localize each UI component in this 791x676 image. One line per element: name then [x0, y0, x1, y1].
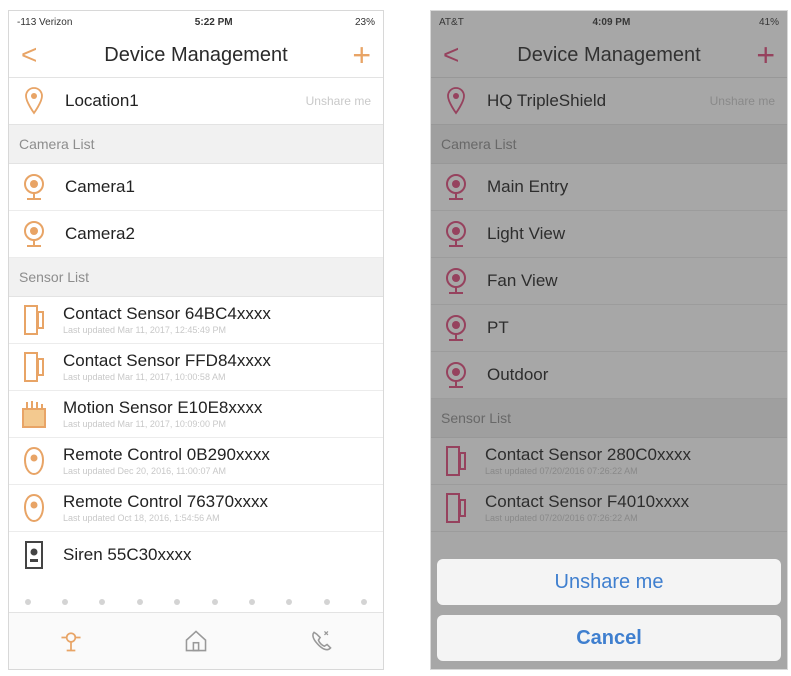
left-phone-screen: -113 Verizon 5:22 PM 23% < Device Manage…: [8, 10, 384, 670]
sensor-name: Motion Sensor E10E8xxxx: [63, 398, 263, 417]
page-indicator-dots: [9, 593, 383, 611]
camera-icon: [443, 172, 469, 202]
sensor-name: Remote Control 0B290xxxx: [63, 445, 270, 464]
camera-row[interactable]: Camera1: [9, 164, 383, 211]
back-button[interactable]: <: [21, 41, 51, 69]
sensor-list-header: Sensor List: [431, 399, 787, 438]
sensor-list-header: Sensor List: [9, 258, 383, 297]
nav-bar: < Device Management +: [9, 33, 383, 78]
location-name: Location1: [65, 91, 139, 110]
sensor-row[interactable]: Contact Sensor 280C0xxxx Last updated 07…: [431, 438, 787, 485]
location-pin-icon: [443, 86, 469, 116]
camera-name: Camera2: [65, 224, 135, 243]
sensor-name: Contact Sensor F4010xxxx: [485, 492, 690, 511]
sensor-updated: Last updated 07/20/2016 07:26:22 AM: [485, 513, 638, 523]
back-button[interactable]: <: [443, 41, 473, 69]
camera-name: Fan View: [487, 271, 558, 290]
location-status: Unshare me: [305, 94, 371, 108]
sensor-row[interactable]: Contact Sensor FFD84xxxx Last updated Ma…: [9, 344, 383, 391]
sensor-name: Contact Sensor 64BC4xxxx: [63, 304, 271, 323]
sensor-row[interactable]: Siren 55C30xxxx: [9, 532, 383, 578]
location-name: HQ TripleShield: [487, 91, 607, 110]
sensor-row[interactable]: Remote Control 76370xxxx Last updated Oc…: [9, 485, 383, 532]
sensor-updated: Last updated Dec 20, 2016, 11:00:07 AM: [63, 466, 226, 476]
carrier-label: AT&T: [439, 16, 464, 28]
camera-icon: [443, 360, 469, 390]
motion-sensor-icon: [21, 399, 47, 429]
camera-list-header: Camera List: [431, 125, 787, 164]
add-device-button[interactable]: +: [341, 39, 371, 71]
unshare-me-button[interactable]: Unshare me: [437, 559, 781, 605]
camera-list-header: Camera List: [9, 125, 383, 164]
sensor-name: Remote Control 76370xxxx: [63, 492, 269, 511]
camera-row[interactable]: Fan View: [431, 258, 787, 305]
sensor-updated: Last updated 07/20/2016 07:26:22 AM: [485, 466, 638, 476]
sensor-name: Contact Sensor 280C0xxxx: [485, 445, 691, 464]
right-screen-content: AT&T 4:09 PM 41% < Device Management + H…: [431, 11, 787, 532]
camera-name: Outdoor: [487, 365, 549, 384]
camera-icon: [21, 219, 47, 249]
status-bar: AT&T 4:09 PM 41%: [431, 11, 787, 33]
contact-sensor-icon: [443, 493, 469, 523]
remote-control-icon: [21, 446, 47, 476]
sensor-updated: Last updated Mar 11, 2017, 12:45:49 PM: [63, 325, 226, 335]
contact-sensor-icon: [21, 305, 47, 335]
sensor-row[interactable]: Remote Control 0B290xxxx Last updated De…: [9, 438, 383, 485]
nav-bar: < Device Management +: [431, 33, 787, 78]
cancel-button[interactable]: Cancel: [437, 615, 781, 661]
battery-label: 23%: [354, 16, 375, 28]
right-phone-screen: AT&T 4:09 PM 41% < Device Management + H…: [430, 10, 788, 670]
camera-name: Camera1: [65, 177, 135, 196]
phone-tab-icon[interactable]: [308, 626, 334, 656]
camera-name: Light View: [487, 224, 566, 243]
location-row[interactable]: HQ TripleShield Unshare me: [431, 78, 787, 125]
remote-control-icon: [21, 493, 47, 523]
devices-tab-icon[interactable]: [58, 626, 84, 656]
camera-icon: [443, 313, 469, 343]
sensor-name: Contact Sensor FFD84xxxx: [63, 351, 271, 370]
camera-icon: [21, 172, 47, 202]
sensor-name: Siren 55C30xxxx: [63, 545, 192, 564]
camera-row[interactable]: Outdoor: [431, 352, 787, 399]
sensor-updated: Last updated Oct 18, 2016, 1:54:56 AM: [63, 513, 220, 523]
sensor-updated: Last updated Mar 11, 2017, 10:09:00 PM: [63, 419, 226, 429]
carrier-label: -113 Verizon: [17, 16, 73, 28]
page-title: Device Management: [104, 43, 288, 66]
camera-row[interactable]: Camera2: [9, 211, 383, 258]
clock: 4:09 PM: [592, 16, 631, 28]
location-pin-icon: [21, 86, 47, 116]
camera-row[interactable]: Light View: [431, 211, 787, 258]
sensor-row[interactable]: Motion Sensor E10E8xxxx Last updated Mar…: [9, 391, 383, 438]
siren-icon: [21, 540, 47, 570]
sensor-updated: Last updated Mar 11, 2017, 10:00:58 AM: [63, 372, 226, 382]
battery-label: 41%: [758, 16, 779, 28]
page-title: Device Management: [517, 43, 701, 66]
tab-bar: [9, 599, 383, 669]
action-sheet: Unshare me: [437, 559, 781, 605]
contact-sensor-icon: [443, 446, 469, 476]
camera-icon: [443, 219, 469, 249]
sensor-row[interactable]: Contact Sensor F4010xxxx Last updated 07…: [431, 485, 787, 532]
camera-row[interactable]: PT: [431, 305, 787, 352]
status-bar: -113 Verizon 5:22 PM 23%: [9, 11, 383, 33]
camera-icon: [443, 266, 469, 296]
action-sheet-cancel: Cancel: [437, 615, 781, 661]
add-device-button[interactable]: +: [745, 39, 775, 71]
home-tab-icon[interactable]: [183, 626, 209, 656]
location-status: Unshare me: [709, 94, 775, 108]
sensor-row[interactable]: Contact Sensor 64BC4xxxx Last updated Ma…: [9, 297, 383, 344]
contact-sensor-icon: [21, 352, 47, 382]
location-row[interactable]: Location1 Unshare me: [9, 78, 383, 125]
camera-name: Main Entry: [487, 177, 569, 196]
camera-name: PT: [487, 318, 509, 337]
clock: 5:22 PM: [194, 16, 233, 28]
camera-row[interactable]: Main Entry: [431, 164, 787, 211]
